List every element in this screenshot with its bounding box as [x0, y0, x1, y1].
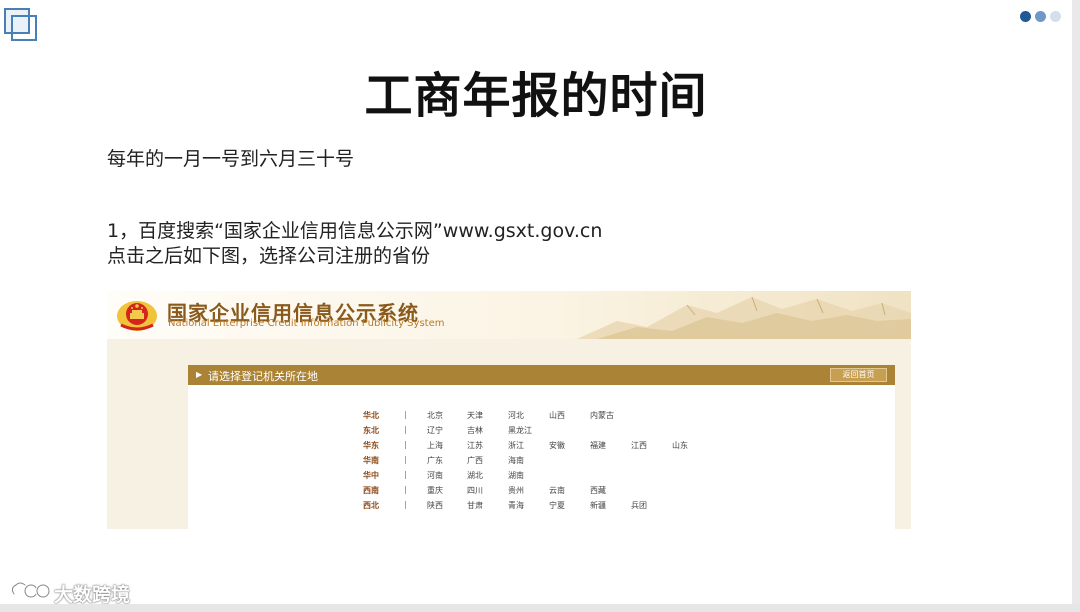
- page-dot-1[interactable]: [1020, 11, 1031, 22]
- province-link[interactable]: 吉林: [467, 425, 483, 436]
- slide-title: 工商年报的时间: [364, 68, 708, 124]
- province-link[interactable]: 新疆: [590, 500, 606, 511]
- region-name: 华北: [363, 411, 379, 420]
- province-link[interactable]: 重庆: [427, 485, 443, 496]
- triangle-right-icon: ▶: [196, 370, 203, 379]
- slide: 工商年报的时间 每年的一月一号到六月三十号 1，百度搜索“国家企业信用信息公示网…: [0, 0, 1072, 606]
- region-name: 东北: [363, 426, 379, 435]
- province-link[interactable]: 云南: [549, 485, 565, 496]
- province-link[interactable]: 山西: [549, 410, 565, 421]
- region-separator: |: [404, 425, 407, 434]
- window-right-edge: [1072, 0, 1080, 612]
- province-link[interactable]: 贵州: [508, 485, 524, 496]
- province-link[interactable]: 江西: [631, 440, 647, 451]
- annual-report-period-text: 每年的一月一号到六月三十号: [107, 148, 355, 170]
- province-link[interactable]: 安徽: [549, 440, 565, 451]
- province-link[interactable]: 河北: [508, 410, 524, 421]
- province-link[interactable]: 上海: [427, 440, 443, 451]
- gsxt-screenshot: 国家企业信用信息公示系统 National Enterprise Credit …: [107, 291, 911, 529]
- national-emblem-icon: [117, 301, 157, 331]
- province-link[interactable]: 黑龙江: [508, 425, 532, 436]
- region-name: 华南: [363, 456, 379, 465]
- region-name: 华东: [363, 441, 379, 450]
- province-link[interactable]: 北京: [427, 410, 443, 421]
- province-link[interactable]: 兵团: [631, 500, 647, 511]
- region-content: 华北 | 北京 天津 河北 山西 内蒙古东北 | 辽宁 吉林 黑龙江华东 | 上海 江苏 浙江 安徽 福建 江西 山…: [188, 385, 895, 529]
- site-brand-english: National Enterprise Credit Information P…: [168, 318, 445, 329]
- province-link[interactable]: 陕西: [427, 500, 443, 511]
- province-link[interactable]: 湖北: [467, 470, 483, 481]
- province-link[interactable]: 青海: [508, 500, 524, 511]
- select-province-instruction-text: 点击之后如下图，选择公司注册的省份: [107, 245, 431, 267]
- province-link[interactable]: 江苏: [467, 440, 483, 451]
- province-link[interactable]: 湖南: [508, 470, 524, 481]
- mountain-decoration-icon: [577, 296, 911, 339]
- search-instruction-text: 1，百度搜索“国家企业信用信息公示网”www.gsxt.gov.cn: [107, 220, 603, 242]
- province-link[interactable]: 辽宁: [427, 425, 443, 436]
- region-separator: |: [404, 485, 407, 494]
- province-link[interactable]: 内蒙古: [590, 410, 614, 421]
- back-home-button[interactable]: 返回首页: [830, 368, 887, 382]
- province-link[interactable]: 天津: [467, 410, 483, 421]
- province-link[interactable]: 宁夏: [549, 500, 565, 511]
- region-select-bar: ▶ 请选择登记机关所在地 返回首页: [188, 365, 895, 385]
- province-link[interactable]: 四川: [467, 485, 483, 496]
- province-link[interactable]: 西藏: [590, 485, 606, 496]
- province-link[interactable]: 广西: [467, 455, 483, 466]
- page-dot-2[interactable]: [1035, 11, 1046, 22]
- watermark-text: 大数跨境: [54, 584, 131, 606]
- region-separator: |: [404, 410, 407, 419]
- province-link[interactable]: 河南: [427, 470, 443, 481]
- infinity-cloud-logo-icon: [10, 581, 51, 599]
- overlapping-squares-icon: [4, 8, 38, 42]
- province-link[interactable]: 浙江: [508, 440, 524, 451]
- region-name: 西南: [363, 486, 379, 495]
- province-link[interactable]: 甘肃: [467, 500, 483, 511]
- province-link[interactable]: 广东: [427, 455, 443, 466]
- province-link[interactable]: 山东: [672, 440, 688, 451]
- site-header: 国家企业信用信息公示系统 National Enterprise Credit …: [107, 291, 911, 339]
- province-link[interactable]: 福建: [590, 440, 606, 451]
- page-indicator: [1020, 11, 1064, 23]
- region-separator: |: [404, 500, 407, 509]
- province-link[interactable]: 海南: [508, 455, 524, 466]
- region-name: 华中: [363, 471, 379, 480]
- region-select-title: 请选择登记机关所在地: [208, 370, 318, 383]
- page-dot-3[interactable]: [1050, 11, 1061, 22]
- region-separator: |: [404, 440, 407, 449]
- region-name: 西北: [363, 501, 379, 510]
- region-separator: |: [404, 455, 407, 464]
- window-bottom-edge: [0, 604, 1080, 612]
- region-separator: |: [404, 470, 407, 479]
